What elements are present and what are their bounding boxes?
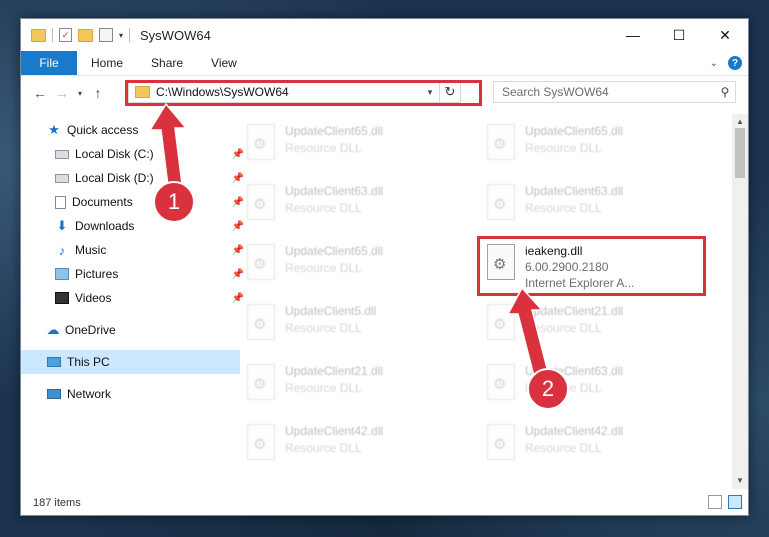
arrow-1 (148, 102, 188, 187)
arrow-2 (506, 286, 550, 381)
annotation-arrows (148, 102, 550, 381)
step-2-badge: 2 (527, 368, 569, 410)
step-1-badge: 1 (153, 181, 195, 223)
